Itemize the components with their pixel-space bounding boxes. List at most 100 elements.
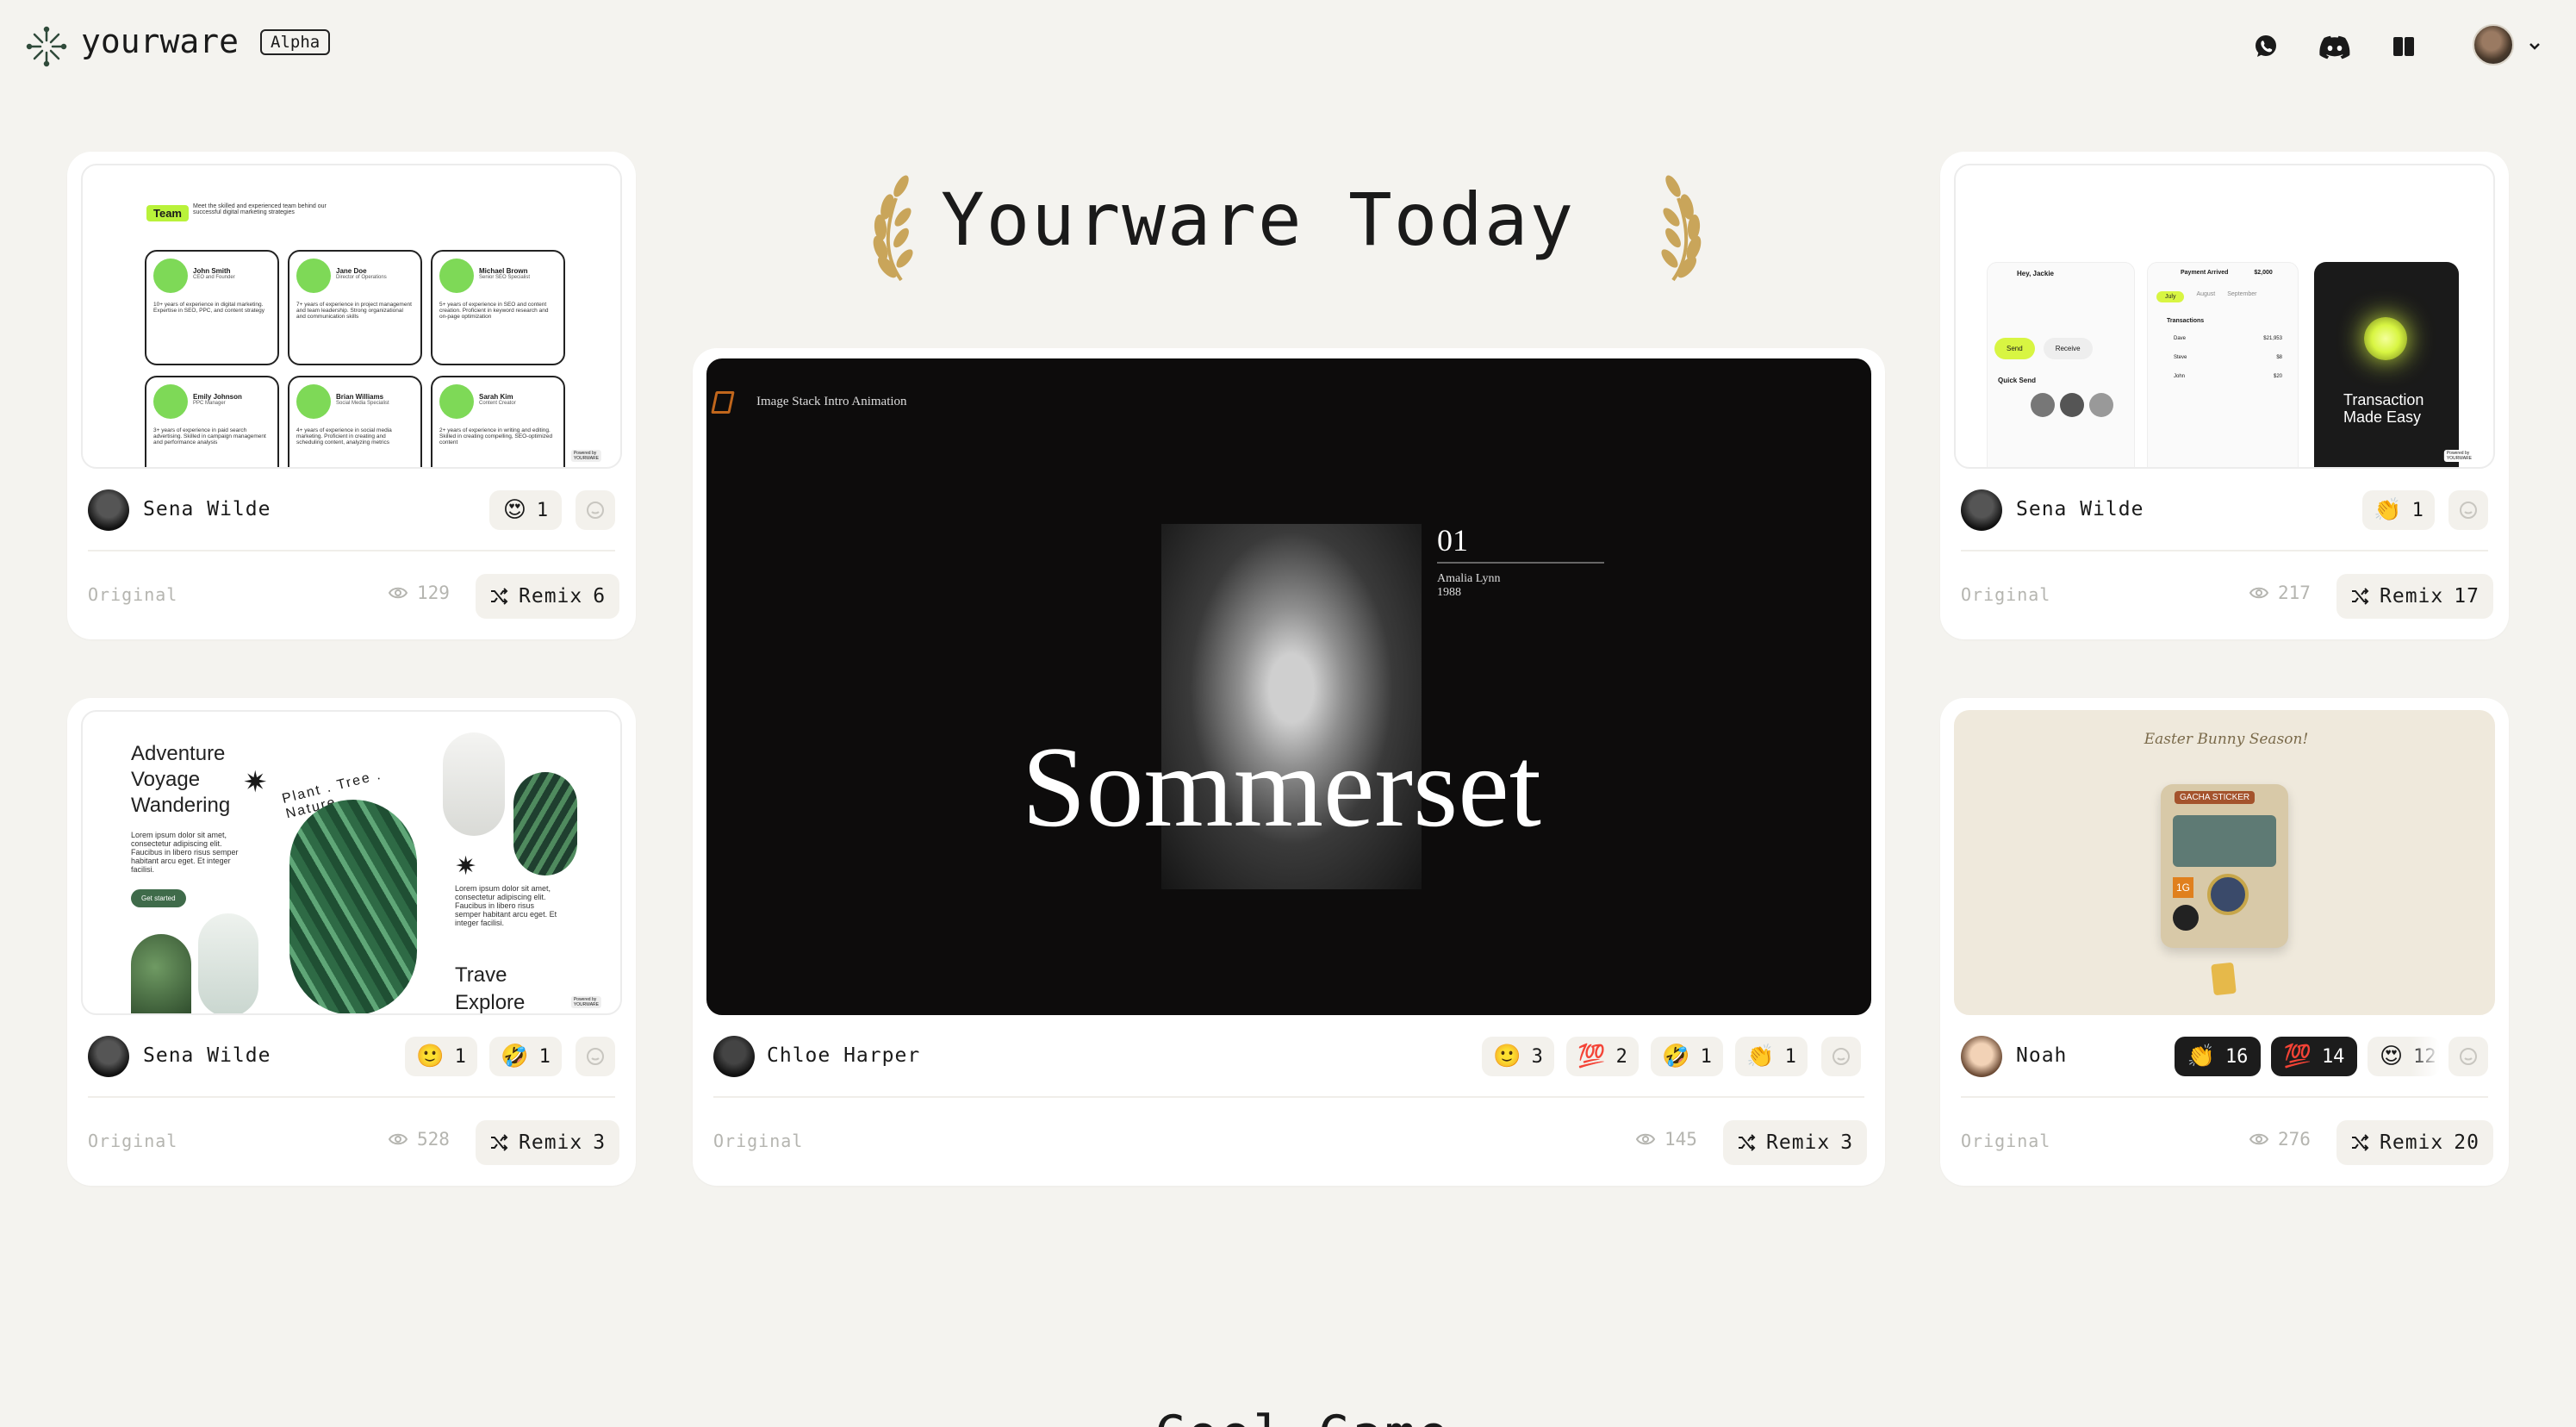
team-intro: Meet the skilled and experienced team be… bbox=[193, 203, 327, 215]
smile-icon bbox=[587, 502, 604, 519]
eye-icon bbox=[388, 1133, 408, 1145]
reaction-button[interactable]: 🙂 1 bbox=[405, 1037, 477, 1076]
add-reaction-button[interactable] bbox=[1821, 1037, 1861, 1076]
whatsapp-icon[interactable] bbox=[2252, 33, 2280, 60]
team-member-card: Michael Brown Senior SEO Specialist 5+ y… bbox=[431, 250, 565, 365]
project-card-adventure[interactable]: Adventure Voyage Wandering ✷ Lorem ipsum d… bbox=[67, 698, 636, 1186]
remix-button[interactable]: Remix 3 bbox=[476, 1120, 620, 1165]
author-name[interactable]: Sena Wilde bbox=[2016, 498, 2144, 520]
adventure-heading: Adventure Voyage Wandering bbox=[131, 742, 231, 817]
succulent-image bbox=[513, 772, 577, 876]
star-icon: ✷ bbox=[455, 852, 477, 881]
white-flower-image bbox=[443, 732, 505, 836]
smile-icon bbox=[2460, 502, 2477, 519]
author-name[interactable]: Sena Wilde bbox=[143, 1044, 271, 1067]
preview-team[interactable]: Team Meet the skilled and experienced te… bbox=[81, 164, 622, 469]
view-count: 276 bbox=[2249, 1129, 2311, 1150]
logo-icon[interactable] bbox=[26, 26, 67, 67]
headline: Sommerset bbox=[1022, 723, 1541, 851]
add-reaction-button[interactable] bbox=[2448, 1037, 2488, 1076]
shuffle-icon bbox=[491, 588, 508, 605]
preview-sommerset[interactable]: Image Stack Intro Animation 01 Amalia Ly… bbox=[706, 358, 1871, 1015]
original-label: Original bbox=[1961, 1131, 2051, 1151]
remix-button[interactable]: Remix 20 bbox=[2336, 1120, 2493, 1165]
divider bbox=[1961, 550, 2488, 551]
shuffle-icon bbox=[491, 1134, 508, 1151]
add-reaction-button[interactable] bbox=[2448, 490, 2488, 530]
shuffle-icon bbox=[2352, 588, 2369, 605]
reaction-button[interactable]: 💯 14 bbox=[2271, 1037, 2357, 1076]
original-label: Original bbox=[713, 1131, 804, 1151]
preview-finance[interactable]: Hey, Jackie Send Receive Quick Send Paym… bbox=[1954, 164, 2495, 469]
smile-icon bbox=[2460, 1048, 2477, 1065]
project-card-finance[interactable]: Hey, Jackie Send Receive Quick Send Paym… bbox=[1940, 152, 2509, 639]
section-title: Cool Game bbox=[1154, 1405, 1450, 1427]
reaction-button[interactable]: 🤣 1 bbox=[1651, 1037, 1723, 1076]
book-icon[interactable] bbox=[2390, 33, 2417, 60]
travel-heading: Trave Explore bbox=[455, 963, 526, 1014]
view-count: 528 bbox=[388, 1129, 450, 1150]
star-icon: ✷ bbox=[243, 766, 268, 799]
remix-button[interactable]: Remix 3 bbox=[1723, 1120, 1868, 1165]
author-avatar[interactable] bbox=[713, 1036, 755, 1077]
sticker-card bbox=[2211, 962, 2237, 996]
author-name[interactable]: Sena Wilde bbox=[143, 498, 271, 520]
team-member-card: Brian Williams Social Media Specialist 4… bbox=[288, 376, 422, 467]
person-info: Amalia Lynn 1988 bbox=[1437, 572, 1501, 599]
view-count: 129 bbox=[388, 583, 450, 603]
add-reaction-button[interactable] bbox=[576, 1037, 615, 1076]
slide-divider bbox=[1437, 562, 1604, 564]
team-member-card: Emily Johnson PPC Manager 3+ years of ex… bbox=[145, 376, 279, 467]
get-started-button[interactable]: Get started bbox=[131, 889, 186, 907]
preview-easter[interactable]: Easter Bunny Season! GACHA STICKER 1G bbox=[1954, 710, 2495, 1015]
eye-icon bbox=[2249, 1133, 2269, 1145]
leaf-image bbox=[131, 934, 191, 1013]
remix-button[interactable]: Remix 17 bbox=[2336, 574, 2493, 619]
original-label: Original bbox=[88, 584, 178, 605]
add-reaction-button[interactable] bbox=[576, 490, 615, 530]
preview-caption: Image Stack Intro Animation bbox=[756, 395, 907, 408]
avatar[interactable] bbox=[2473, 24, 2514, 65]
remix-button[interactable]: Remix 6 bbox=[476, 574, 620, 619]
project-card-easter[interactable]: Easter Bunny Season! GACHA STICKER 1G No… bbox=[1940, 698, 2509, 1186]
author-avatar[interactable] bbox=[1961, 1036, 2002, 1077]
reaction-button[interactable]: 🙂 3 bbox=[1482, 1037, 1554, 1076]
laurel-left-icon bbox=[873, 175, 913, 282]
original-label: Original bbox=[88, 1131, 178, 1151]
team-member-card: Sarah Kim Content Creator 2+ years of ex… bbox=[431, 376, 565, 467]
author-avatar[interactable] bbox=[88, 1036, 129, 1077]
reaction-button[interactable]: 👏 1 bbox=[2362, 490, 2435, 530]
alpha-badge: Alpha bbox=[260, 29, 331, 55]
chevron-down-icon[interactable] bbox=[2528, 41, 2542, 52]
promo-panel: Transaction Made Easy bbox=[2314, 262, 2459, 467]
reaction-button[interactable]: 👏 16 bbox=[2175, 1037, 2261, 1076]
author-name[interactable]: Chloe Harper bbox=[767, 1044, 920, 1067]
author-avatar[interactable] bbox=[88, 489, 129, 531]
author-name[interactable]: Noah bbox=[2016, 1044, 2067, 1067]
book-logo-icon bbox=[711, 391, 735, 414]
team-member-card: John Smith CEO and Founder 10+ years of … bbox=[145, 250, 279, 365]
reaction-button[interactable]: 👏 1 bbox=[1735, 1037, 1808, 1076]
reaction-button[interactable]: 🤣 1 bbox=[489, 1037, 562, 1076]
divider bbox=[713, 1096, 1864, 1098]
adventure-lorem: Lorem ipsum dolor sit amet, consectetur … bbox=[131, 831, 239, 874]
preview-adventure[interactable]: Adventure Voyage Wandering ✷ Lorem ipsum d… bbox=[81, 710, 622, 1015]
powered-badge: Powered by YOURWARE bbox=[570, 996, 601, 1008]
smile-icon bbox=[1832, 1048, 1850, 1065]
monstera-image bbox=[289, 800, 417, 1013]
adventure-lorem-2: Lorem ipsum dolor sit amet, consectetur … bbox=[455, 884, 557, 927]
reaction-button[interactable]: 😍 12 bbox=[2368, 1037, 2440, 1076]
reaction-button[interactable]: 💯 2 bbox=[1566, 1037, 1639, 1076]
laurel-right-icon bbox=[1661, 175, 1702, 282]
reaction-button[interactable]: 😍 1 bbox=[489, 490, 562, 530]
app-name[interactable]: yourware bbox=[81, 22, 239, 60]
transactions-panel: Payment Arrived $2,000 July August Septembe… bbox=[2147, 262, 2299, 467]
eye-icon bbox=[388, 587, 408, 599]
project-card-team[interactable]: Team Meet the skilled and experienced te… bbox=[67, 152, 636, 639]
project-card-sommerset[interactable]: Image Stack Intro Animation 01 Amalia Ly… bbox=[693, 348, 1885, 1186]
discord-icon[interactable] bbox=[2319, 33, 2350, 60]
divider bbox=[1961, 1096, 2488, 1098]
flower-image bbox=[198, 913, 258, 1013]
shuffle-icon bbox=[2352, 1134, 2369, 1151]
author-avatar[interactable] bbox=[1961, 489, 2002, 531]
